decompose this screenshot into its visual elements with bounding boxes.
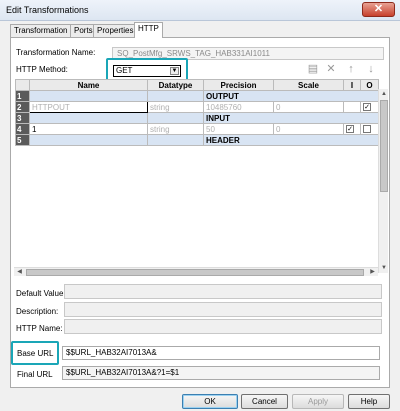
move-down-icon[interactable]: ↓ [364,62,378,76]
scroll-up-icon[interactable]: ▲ [380,90,388,98]
grid-header-rownum [15,79,30,91]
ports-grid: Name Datatype Precision Scale I O 1 OUTP… [15,79,379,146]
port-input-cell [343,101,361,113]
ok-button[interactable]: OK [182,394,238,409]
port-scale-cell[interactable]: 0 [273,123,344,135]
table-row[interactable]: 4 1 string 50 0 ✓ [15,123,379,135]
apply-button[interactable]: Apply [292,394,344,409]
new-port-icon[interactable]: ▤ [306,62,320,76]
http-name-field [64,319,382,334]
scroll-thumb[interactable] [26,269,364,276]
scroll-thumb[interactable] [380,100,388,192]
base-url-label: Base URL [17,349,54,358]
grid-header-precision[interactable]: Precision [203,79,274,91]
section-label-header: HEADER [203,134,379,146]
row-number[interactable]: 5 [15,134,30,146]
section-label-output: OUTPUT [203,90,379,102]
http-method-label: HTTP Method: [16,65,68,74]
cancel-button[interactable]: Cancel [241,394,288,409]
tab-http[interactable]: HTTP [134,22,163,38]
table-row[interactable]: 2 HTTPOUT string 10485760 0 ✓ [15,101,379,113]
port-datatype-cell[interactable]: string [147,101,204,113]
section-cell [147,112,204,124]
port-name-cell[interactable]: HTTPOUT [29,101,148,113]
http-name-label: HTTP Name: [16,324,63,333]
final-url-field: $$URL_HAB32AI7013A&?1=$1 [62,366,380,380]
section-cell [29,90,148,102]
http-method-value: GET [116,66,133,75]
grid-header-scale[interactable]: Scale [273,79,344,91]
close-icon: ✕ [373,3,384,15]
port-input-cell: ✓ [343,123,361,135]
move-up-icon[interactable]: ↑ [344,62,358,76]
scroll-left-icon[interactable]: ◀ [15,268,24,277]
row-number[interactable]: 3 [15,112,30,124]
section-cell [147,134,204,146]
delete-icon[interactable]: ✕ [324,62,338,76]
transformation-name-label: Transformation Name: [16,48,96,57]
default-value-field [64,284,382,299]
row-number[interactable]: 1 [15,90,30,102]
window-title: Edit Transformations [6,5,89,15]
port-datatype-cell[interactable]: string [147,123,204,135]
row-number[interactable]: 4 [15,123,30,135]
port-precision-cell[interactable]: 10485760 [203,101,274,113]
section-cell [29,112,148,124]
default-value-label: Default Value: [16,289,66,298]
grid-header-input[interactable]: I [343,79,361,91]
port-precision-cell[interactable]: 50 [203,123,274,135]
grid-header-output[interactable]: O [360,79,379,91]
help-button[interactable]: Help [348,394,390,409]
table-row[interactable]: 5 HEADER [15,134,379,146]
description-field [64,302,382,317]
section-label-input: INPUT [203,112,379,124]
table-row[interactable]: 1 OUTPUT [15,90,379,102]
chevron-down-icon[interactable]: ▼ [170,67,179,75]
final-url-label: Final URL [17,370,53,379]
row-number[interactable]: 2 [15,101,30,113]
output-checkbox[interactable] [363,125,371,134]
scroll-down-icon[interactable]: ▼ [380,264,388,272]
table-row[interactable]: 3 INPUT [15,112,379,124]
base-url-field[interactable]: $$URL_HAB32AI7013A& [62,346,380,360]
port-scale-cell[interactable]: 0 [273,101,344,113]
close-button[interactable]: ✕ [362,2,395,17]
section-cell [29,134,148,146]
port-output-cell: ✓ [360,101,379,113]
output-checkbox[interactable]: ✓ [363,103,371,112]
http-method-select[interactable]: GET ▼ [113,65,181,77]
section-cell [147,90,204,102]
port-output-cell [360,123,379,135]
input-checkbox[interactable]: ✓ [346,125,354,134]
grid-horizontal-scrollbar[interactable]: ◀ ▶ [14,267,378,276]
grid-header-name[interactable]: Name [29,79,148,91]
tab-properties[interactable]: Properties [93,24,138,38]
scroll-right-icon[interactable]: ▶ [368,268,377,277]
description-label: Description: [16,307,59,316]
tab-transformation[interactable]: Transformation [10,24,72,38]
grid-header-datatype[interactable]: Datatype [147,79,204,91]
port-name-cell[interactable]: 1 [29,123,148,135]
window-titlebar: Edit Transformations ✕ [0,0,400,21]
grid-vertical-scrollbar[interactable]: ▲ ▼ [378,89,388,273]
grid-header-row: Name Datatype Precision Scale I O [15,79,379,91]
